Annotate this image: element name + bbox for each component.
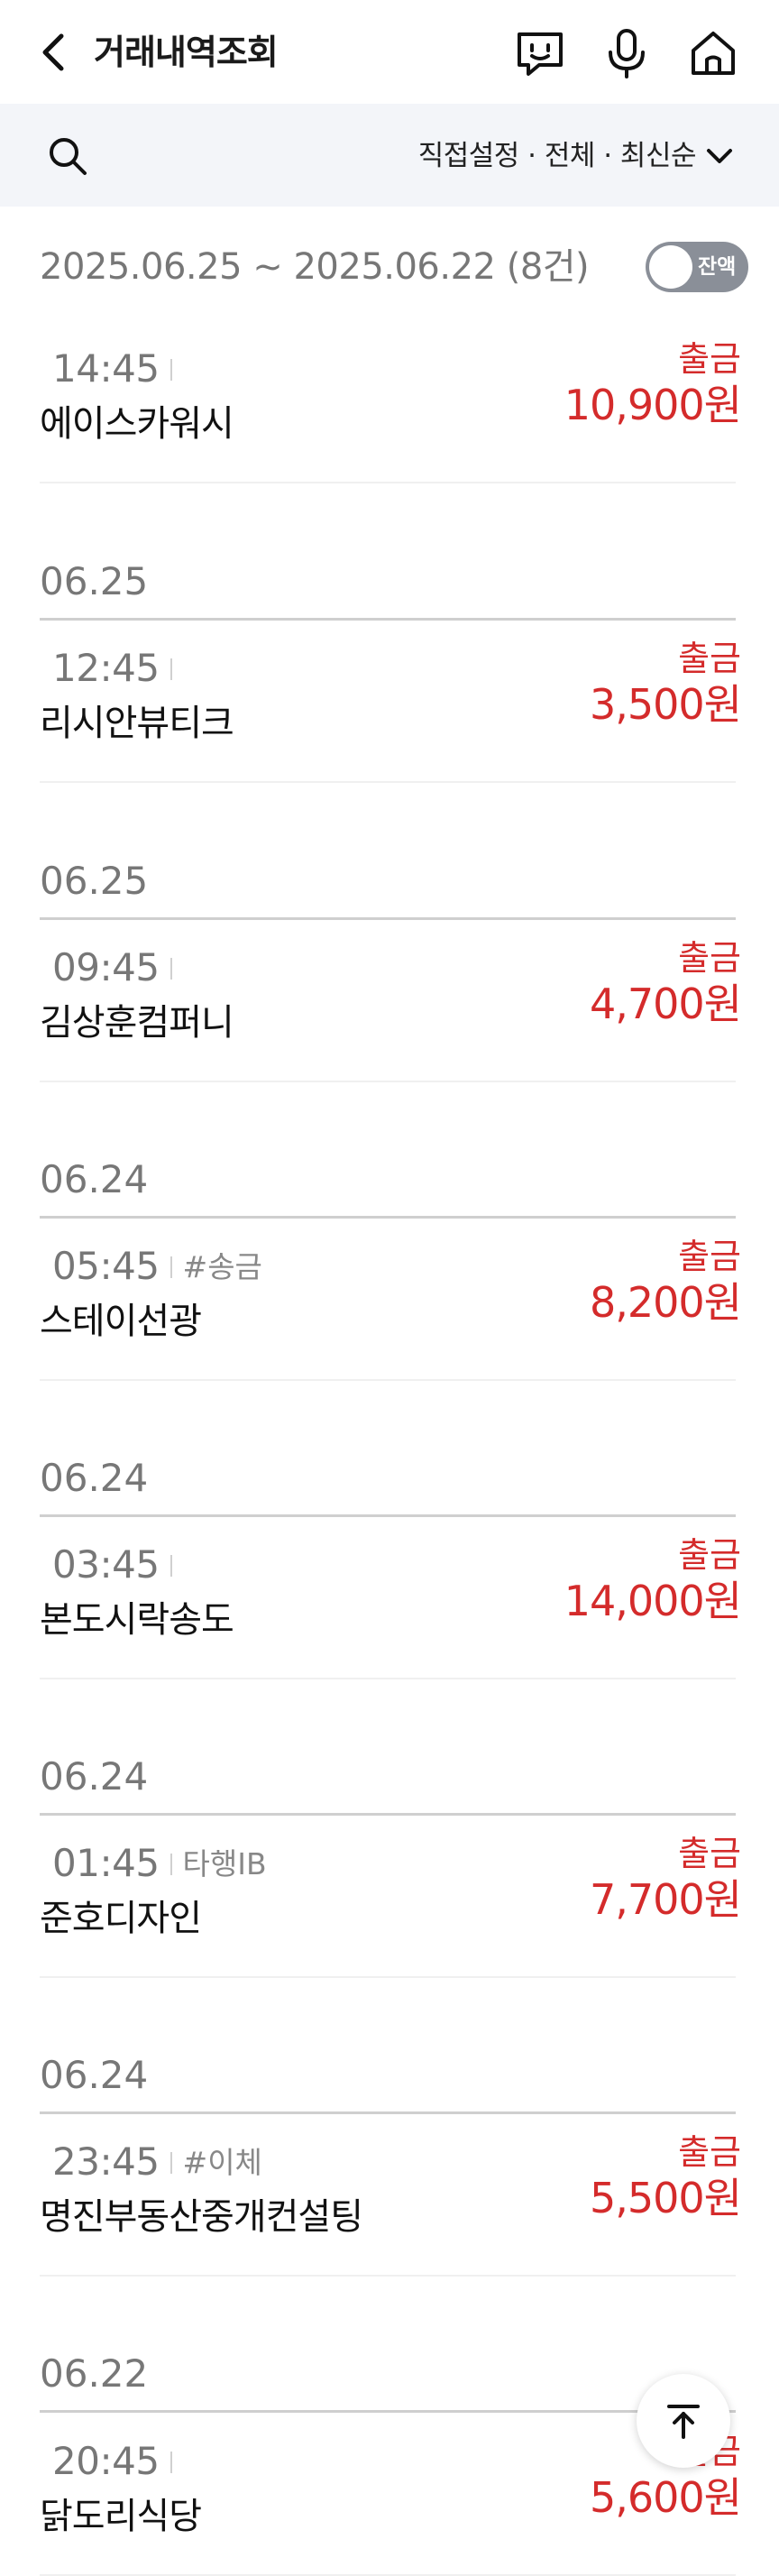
date-range-row: 2025.06.25 ~ 2025.06.22 (8건) 잔액 <box>0 231 779 303</box>
transaction-amount: 3,500원 <box>589 680 742 729</box>
transaction-time: 14:45 <box>52 346 160 391</box>
merchant-name: 준호디자인 <box>40 1898 202 1939</box>
transaction-tag: #이체 <box>182 2145 262 2180</box>
date-divider <box>40 2111 736 2114</box>
transaction-type: 출금 <box>678 1237 741 1276</box>
date-divider <box>40 618 736 621</box>
transaction-amount: 10,900원 <box>564 381 742 429</box>
transaction-amount: 7,700원 <box>589 1875 742 1924</box>
date-range: 2025.06.25 ~ 2025.06.22 (8건) <box>40 246 590 288</box>
date-label: 06.24 <box>40 1754 149 1799</box>
scroll-top-button[interactable] <box>637 2374 730 2468</box>
transaction-row[interactable]: 12:45 리시안뷰티크 출금 3,500원 <box>0 624 779 783</box>
top-header: 거래내역조회 <box>0 0 779 104</box>
transaction-row[interactable]: 23:45 #이체명진부동산중개컨설팅 출금 5,500원 <box>0 2118 779 2277</box>
page-title: 거래내역조회 <box>94 32 279 72</box>
transaction-type: 출금 <box>678 1535 741 1575</box>
row-divider <box>40 781 736 783</box>
date-label: 06.25 <box>40 559 149 603</box>
transaction-amount: 5,600원 <box>589 2473 742 2522</box>
time-separator <box>170 1256 172 1278</box>
time-separator <box>170 658 172 680</box>
transaction-time: 01:45 <box>52 1841 160 1885</box>
merchant-name: 명진부동산중개컨설팅 <box>40 2196 363 2238</box>
transaction-row[interactable]: 01:45 타행IB 준호디자인 출금 7,700원 <box>0 1819 779 1978</box>
time-separator <box>170 958 172 980</box>
date-header: 06.24 <box>0 2050 779 2114</box>
time-separator <box>170 2452 172 2473</box>
transaction-type: 출금 <box>678 1834 741 1873</box>
transaction-row[interactable]: 09:45 김상훈컴퍼니 출금 4,700원 <box>0 924 779 1082</box>
filter-bar: 직접설정 · 전체 · 최신순 <box>0 104 779 207</box>
mic-icon[interactable] <box>599 25 655 81</box>
row-divider <box>40 1081 736 1082</box>
transaction-amount: 14,000원 <box>564 1577 742 1625</box>
transaction-row[interactable]: 03:45 본도시락송도 출금 14,000원 <box>0 1521 779 1679</box>
back-icon[interactable] <box>34 27 79 78</box>
transaction-amount: 8,200원 <box>589 1278 742 1327</box>
date-divider <box>40 2410 736 2413</box>
transaction-type: 출금 <box>678 339 741 379</box>
transaction-row[interactable]: 05:45 #송금스테이선광 출금 8,200원 <box>0 1222 779 1381</box>
merchant-name: 에이스카워시 <box>40 403 234 445</box>
chatbot-icon[interactable] <box>512 25 568 81</box>
transaction-time: 03:45 <box>52 1542 160 1587</box>
transaction-type: 출금 <box>678 2132 741 2172</box>
transaction-amount: 4,700원 <box>589 980 742 1028</box>
time-separator <box>170 2152 172 2174</box>
row-divider <box>40 482 736 483</box>
date-divider <box>40 1813 736 1816</box>
merchant-name: 리시안뷰티크 <box>40 703 234 744</box>
date-header: 06.24 <box>0 1752 779 1816</box>
transaction-type: 출금 <box>678 938 741 978</box>
row-divider <box>40 1379 736 1381</box>
time-separator <box>170 359 172 381</box>
date-label: 06.24 <box>40 1157 149 1201</box>
date-divider <box>40 1514 736 1517</box>
date-label: 06.22 <box>40 2351 149 2396</box>
balance-toggle-label: 잔액 <box>698 255 737 279</box>
transaction-time: 12:45 <box>52 646 160 690</box>
date-label: 06.24 <box>40 2053 149 2097</box>
row-divider <box>40 1976 736 1978</box>
date-label: 06.24 <box>40 1456 149 1500</box>
balance-toggle[interactable]: 잔액 <box>646 242 748 292</box>
transaction-amount: 5,500원 <box>589 2174 742 2222</box>
date-label: 06.25 <box>40 859 149 903</box>
row-divider <box>40 2275 736 2277</box>
transaction-tag: #송금 <box>182 1249 262 1284</box>
merchant-name: 스테이선광 <box>40 1301 202 1342</box>
transaction-time: 09:45 <box>52 945 160 989</box>
merchant-name: 본도시락송도 <box>40 1599 234 1641</box>
toggle-knob <box>649 245 692 289</box>
date-divider <box>40 1216 736 1219</box>
time-separator <box>170 1555 172 1577</box>
chevron-down-icon[interactable] <box>703 140 736 172</box>
transaction-tag: 타행IB <box>182 1846 267 1881</box>
row-divider <box>40 1678 736 1679</box>
filter-summary[interactable]: 직접설정 · 전체 · 최신순 <box>418 133 697 179</box>
transaction-time: 20:45 <box>52 2439 160 2483</box>
date-header: 06.24 <box>0 1453 779 1517</box>
time-separator <box>170 1854 172 1875</box>
date-header: 06.25 <box>0 856 779 920</box>
home-icon[interactable] <box>685 25 741 81</box>
date-header: 06.25 <box>0 557 779 621</box>
merchant-name: 닭도리식당 <box>40 2496 202 2537</box>
transaction-time: 23:45 <box>52 2139 160 2184</box>
search-icon[interactable] <box>45 133 90 179</box>
date-divider <box>40 917 736 920</box>
merchant-name: 김상훈컴퍼니 <box>40 1002 234 1044</box>
transaction-type: 출금 <box>678 639 741 678</box>
date-header: 06.24 <box>0 1155 779 1219</box>
transaction-row[interactable]: 14:45 에이스카워시 출금 10,900원 <box>0 325 779 483</box>
transaction-time: 05:45 <box>52 1244 160 1288</box>
